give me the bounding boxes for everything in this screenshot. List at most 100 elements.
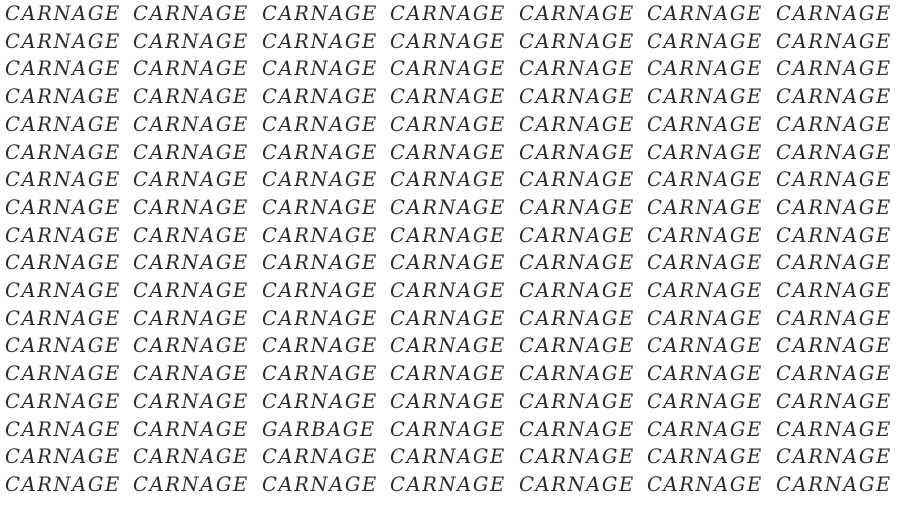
word-cell: CARNAGE — [390, 445, 506, 469]
word-cell: CARNAGE — [262, 445, 378, 469]
word-cell: CARNAGE — [5, 306, 121, 330]
grid-row: CARNAGE CARNAGE CARNAGE CARNAGE CARNAGE CARNA… — [0, 28, 900, 55]
word-cell: CARNAGE — [262, 472, 378, 496]
word-cell: CARNAGE — [519, 279, 635, 302]
word-cell: CARNAGE — [519, 168, 635, 192]
word-cell: CARNAGE — [390, 362, 506, 386]
word-cell: CARNAGE — [519, 223, 635, 247]
grid-row: CARNAGE CARNAGE CARNAGE CARNAGE CARNAGE CARNA… — [0, 249, 900, 276]
word-cell: CARNAGE — [390, 195, 506, 219]
grid-row: CARNAGE CARNAGE CARNAGE CARNAGE CARNAGE CARNA… — [0, 443, 900, 470]
word-cell: CARNAGE — [519, 445, 635, 469]
word-cell: CARNAGE — [390, 334, 506, 358]
word-cell: CARNAGE — [133, 334, 249, 358]
word-cell: CARNAGE — [5, 57, 121, 81]
word-cell: CARNAGE — [390, 168, 506, 192]
word-cell: CARNAGE — [133, 85, 249, 109]
grid-row: CARNAGE CARNAGE CARNAGE CARNAGE CARNAGE CARNA… — [0, 332, 900, 359]
grid-row: CARNAGE CARNAGE CARNAGE CARNAGE CARNAGE CARNA… — [0, 277, 900, 304]
word-cell: CARNAGE — [5, 334, 121, 358]
word-cell: CARNAGE — [5, 251, 121, 275]
word-cell: CARNAGE — [647, 29, 763, 53]
word-cell: CARNAGE — [647, 389, 763, 413]
word-cell: CARNAGE — [519, 306, 635, 330]
word-cell: CARNAGE — [262, 279, 378, 302]
word-cell: CARNAGE — [5, 195, 121, 219]
word-cell: CARNAGE — [647, 112, 763, 136]
grid-row: CARNAGE CARNAGE CARNAGE CARNAGE CARNAGE CARNA… — [0, 166, 900, 193]
grid-row: CARNAGE CARNAGE CARNAGE CARNAGE CARNAGE CARNA… — [0, 139, 900, 166]
word-cell: CARNAGE — [262, 140, 378, 164]
word-cell: CARNAGE — [647, 472, 763, 496]
grid-row: CARNAGE CARNAGE CARNAGE CARNAGE CARNAGE CARNA… — [0, 55, 900, 82]
word-cell: CARNAGE — [519, 2, 635, 25]
word-cell: CARNAGE — [776, 306, 892, 330]
word-cell: CARNAGE — [519, 140, 635, 164]
word-cell: CARNAGE — [133, 251, 249, 275]
word-cell: CARNAGE — [5, 29, 121, 53]
word-cell: CARNAGE — [519, 472, 635, 496]
word-cell: CARNAGE — [647, 223, 763, 247]
word-cell: CARNAGE — [5, 85, 121, 109]
word-cell: CARNAGE — [262, 362, 378, 386]
word-cell: CARNAGE — [133, 140, 249, 164]
word-cell: CARNAGE — [647, 362, 763, 386]
word-cell: CARNAGE — [647, 417, 763, 441]
word-cell: CARNAGE — [262, 112, 378, 136]
word-cell: CARNAGE — [5, 472, 121, 496]
word-cell: CARNAGE — [390, 29, 506, 53]
word-cell: CARNAGE — [262, 57, 378, 81]
word-cell: CARNAGE — [133, 57, 249, 81]
word-cell: CARNAGE — [133, 195, 249, 219]
word-cell: CARNAGE — [133, 29, 249, 53]
word-cell: CARNAGE — [5, 445, 121, 469]
word-cell: CARNAGE — [390, 279, 506, 302]
word-cell: CARNAGE — [133, 112, 249, 136]
grid-row: CARNAGE CARNAGE CARNAGE CARNAGE CARNAGE CARNA… — [0, 222, 900, 249]
word-cell: CARNAGE — [647, 195, 763, 219]
word-cell: CARNAGE — [262, 389, 378, 413]
word-cell: CARNAGE — [5, 417, 121, 441]
word-cell: CARNAGE — [647, 251, 763, 275]
word-cell: CARNAGE — [133, 389, 249, 413]
word-cell: CARNAGE — [133, 2, 249, 25]
word-cell: CARNAGE — [519, 112, 635, 136]
word-cell: CARNAGE — [776, 334, 892, 358]
word-cell: CARNAGE — [390, 223, 506, 247]
word-cell: CARNAGE — [647, 140, 763, 164]
word-cell: CARNAGE — [776, 362, 892, 386]
word-cell: CARNAGE — [133, 168, 249, 192]
grid-row: CARNAGE CARNAGE CARNAGE CARNAGE CARNAGE CARNA… — [0, 0, 900, 27]
word-cell: CARNAGE — [5, 223, 121, 247]
word-cell: CARNAGE — [262, 168, 378, 192]
word-cell: CARNAGE — [262, 334, 378, 358]
word-cell: CARNAGE — [133, 417, 249, 441]
word-cell: CARNAGE — [519, 389, 635, 413]
word-cell: CARNAGE — [133, 279, 249, 302]
word-cell: CARNAGE — [390, 2, 506, 25]
word-cell: CARNAGE — [390, 389, 506, 413]
grid-row: CARNAGE CARNAGE GARBAGE CARNAGE CARNAGE CARNA… — [0, 416, 900, 443]
word-cell: CARNAGE — [5, 112, 121, 136]
word-cell: CARNAGE — [390, 57, 506, 81]
word-cell: CARNAGE — [776, 417, 892, 441]
word-cell: CARNAGE — [647, 2, 763, 25]
word-cell: CARNAGE — [519, 417, 635, 441]
word-cell: CARNAGE — [519, 195, 635, 219]
grid-row: CARNAGE CARNAGE CARNAGE CARNAGE CARNAGE CARNA… — [0, 83, 900, 110]
word-cell: CARNAGE — [647, 57, 763, 81]
word-cell: CARNAGE — [133, 472, 249, 496]
word-cell: CARNAGE — [776, 140, 892, 164]
word-cell: CARNAGE — [647, 334, 763, 358]
word-cell: CARNAGE — [776, 389, 892, 413]
word-cell: CARNAGE — [776, 112, 892, 136]
word-cell: CARNAGE — [776, 29, 892, 53]
word-cell: CARNAGE — [776, 472, 892, 496]
grid-row: CARNAGE CARNAGE CARNAGE CARNAGE CARNAGE CARNA… — [0, 194, 900, 221]
word-cell: CARNAGE — [390, 417, 506, 441]
word-grid: CARNAGE CARNAGE CARNAGE CARNAGE CARNAGE CARNA… — [0, 0, 900, 505]
word-cell: CARNAGE — [776, 223, 892, 247]
word-cell: CARNAGE — [519, 85, 635, 109]
word-cell: CARNAGE — [390, 140, 506, 164]
word-cell: CARNAGE — [262, 223, 378, 247]
